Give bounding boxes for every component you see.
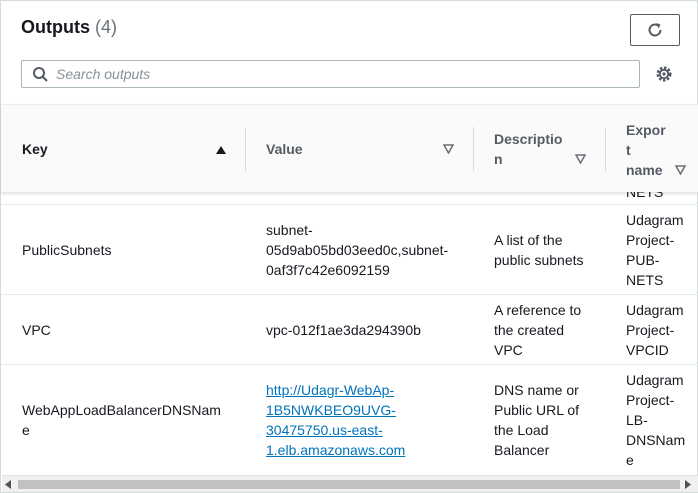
export-name-cell: Udagram Project- PUB- NETS	[626, 210, 684, 290]
key-line: e	[22, 422, 30, 438]
column-label-export-3: name	[626, 162, 663, 178]
key-cell: WebAppLoadBalancerDNSNam e	[22, 400, 221, 440]
description-line: the created	[494, 322, 565, 338]
search-input[interactable]	[56, 63, 626, 85]
column-divider	[473, 127, 474, 171]
column-divider	[245, 127, 246, 171]
description-line: VPC	[494, 342, 523, 358]
value-cell: subnet- 05d9ab05bd03eed0c,subnet- 0af3f7…	[266, 220, 448, 280]
outputs-panel: Outputs (4) Key Value	[0, 0, 698, 493]
key-cell: PublicSubnets	[22, 242, 112, 258]
export-line: LB-	[626, 412, 648, 428]
export-name-cell: Udagram Project- LB- DNSNam e	[626, 370, 685, 470]
column-header-value[interactable]: Value	[245, 105, 473, 192]
export-line: Udagram	[626, 372, 684, 388]
description-line: A reference to	[494, 302, 582, 318]
table-body: NETS PublicSubnets subnet- 05d9ab05bd03e…	[1, 192, 698, 474]
link-line[interactable]: 30475750.us-east-	[266, 420, 405, 440]
caret-down-icon[interactable]	[575, 154, 586, 164]
description-cell: A reference to the created VPC	[494, 300, 581, 360]
description-line: public subnets	[494, 252, 584, 268]
value-cell: vpc-012f1ae3da294390b	[266, 322, 421, 338]
export-line: Udagram	[626, 212, 684, 228]
export-line: Udagram	[626, 302, 684, 318]
caret-up-icon[interactable]	[215, 145, 227, 155]
gear-icon[interactable]	[655, 65, 673, 83]
description-cell: DNS name or Public URL of the Load Balan…	[494, 380, 579, 460]
export-line: e	[626, 452, 634, 468]
column-label-key: Key	[22, 141, 48, 157]
panel-title-text: Outputs	[21, 17, 90, 37]
refresh-button[interactable]	[630, 14, 680, 46]
column-label-value: Value	[266, 141, 303, 157]
column-label-export-1: Expor	[626, 122, 666, 138]
value-cell: http://Udagr-WebAp- 1B5NWKBEO9UVG- 30475…	[266, 380, 405, 460]
export-line: DNSNam	[626, 432, 686, 448]
table-row: PublicSubnets subnet- 05d9ab05bd03eed0c,…	[1, 205, 698, 295]
search-icon	[33, 67, 48, 82]
link-line[interactable]: http://Udagr-WebAp-	[266, 380, 405, 400]
column-header-description[interactable]: Descriptio n	[473, 105, 605, 192]
scroll-right-arrow-icon[interactable]	[685, 480, 692, 489]
description-line: Balancer	[494, 442, 550, 458]
load-balancer-url-link[interactable]: http://Udagr-WebAp- 1B5NWKBEO9UVG- 30475…	[266, 380, 405, 460]
scrollbar-thumb[interactable]	[18, 480, 680, 489]
export-line: PUB-	[626, 252, 660, 268]
value-line: subnet-	[266, 222, 313, 238]
scroll-left-arrow-icon[interactable]	[5, 480, 12, 489]
description-cell: A list of the public subnets	[494, 230, 584, 270]
table-row: VPC vpc-012f1ae3da294390b A reference to…	[1, 295, 698, 365]
horizontal-scrollbar[interactable]	[2, 475, 698, 492]
export-name-cell: NETS	[626, 192, 664, 200]
description-line: Public URL of	[494, 402, 580, 418]
search-box	[21, 60, 640, 88]
column-label-description-1: Descriptio	[494, 131, 563, 147]
caret-down-icon[interactable]	[443, 144, 454, 154]
export-line: Project-	[626, 392, 675, 408]
key-line: WebAppLoadBalancerDNSNam	[22, 402, 221, 418]
column-label-export-2: t	[626, 142, 631, 158]
value-line: 05d9ab05bd03eed0c,subnet-	[266, 242, 449, 258]
table-row: WebAppLoadBalancerDNSNam e http://Udagr-…	[1, 365, 698, 474]
table-row: NETS	[1, 192, 698, 205]
column-divider	[605, 127, 606, 171]
column-label-description-2: n	[494, 151, 503, 167]
refresh-icon	[648, 23, 662, 37]
key-cell: VPC	[22, 322, 51, 338]
export-line: NETS	[626, 272, 664, 288]
export-line: Project-	[626, 322, 675, 338]
description-line: A list of the	[494, 232, 563, 248]
outputs-count: (4)	[95, 17, 118, 37]
export-line: VPCID	[626, 342, 669, 358]
column-header-key[interactable]: Key	[1, 105, 245, 192]
link-line[interactable]: 1B5NWKBEO9UVG-	[266, 400, 405, 420]
column-header-export-name[interactable]: Expor t name	[605, 105, 698, 192]
export-line: Project-	[626, 232, 675, 248]
export-name-cell: Udagram Project- VPCID	[626, 300, 684, 360]
panel-title: Outputs (4)	[21, 17, 117, 38]
caret-down-icon[interactable]	[675, 165, 686, 175]
description-line: the Load	[494, 422, 549, 438]
table-header: Key Value Descriptio n Expor t name	[1, 104, 698, 192]
value-line: 0af3f7c42e6092159	[266, 262, 390, 278]
description-line: DNS name or	[494, 382, 579, 398]
link-line[interactable]: 1.elb.amazonaws.com	[266, 440, 405, 460]
